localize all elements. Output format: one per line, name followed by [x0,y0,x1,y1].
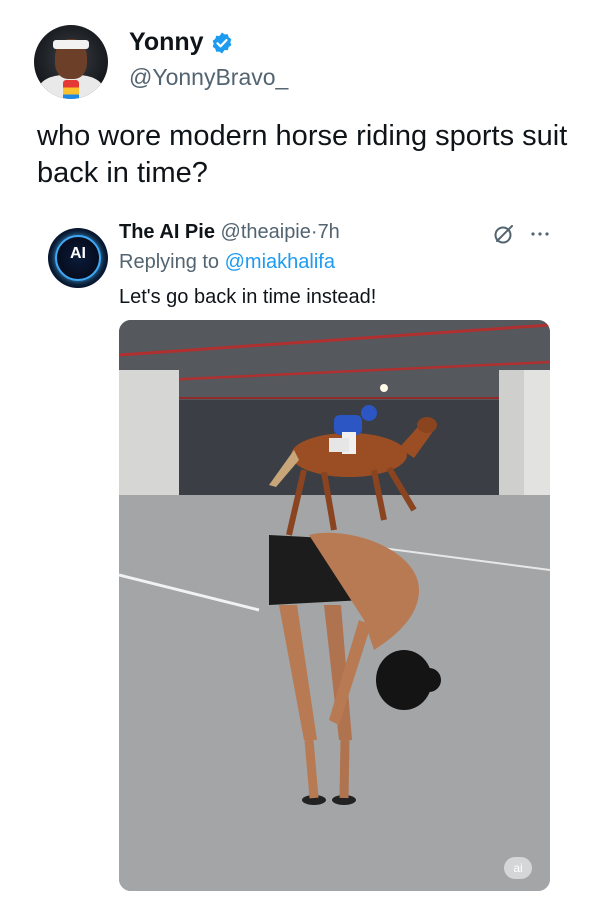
author-name[interactable]: Yonny [129,28,204,57]
more-options-icon[interactable] [528,222,552,246]
quoted-separator: · [310,221,318,243]
quoted-author-row[interactable]: The AI Pie @theaipie·7h [119,221,340,244]
quoted-author-avatar[interactable]: AI [48,228,108,288]
grok-icon[interactable] [492,222,516,246]
ai-generated-badge: ai [504,857,532,879]
author-handle[interactable]: @YonnyBravo_ [129,64,288,91]
tweet-media-image[interactable]: ai [119,320,550,891]
quoted-author-handle[interactable]: @theaipie [221,221,311,243]
tweet-text: who wore modern horse riding sports suit… [37,120,568,189]
avatar-stripe [63,80,79,99]
replying-to-label: Replying to [119,251,225,273]
replying-to-mention[interactable]: @miakhalifa [225,251,335,273]
author-avatar[interactable] [34,25,108,99]
media-illustration [119,320,550,891]
quoted-tweet-text: Let's go back in time instead! [119,286,377,308]
replying-to-line: Replying to @miakhalifa [119,251,335,274]
quoted-time[interactable]: 7h [318,221,340,243]
quoted-author-name[interactable]: The AI Pie [119,221,215,243]
avatar-ai-text: AI [70,245,86,262]
verified-badge-icon [212,32,231,53]
author-name-row[interactable]: Yonny [129,28,234,57]
avatar-headband [53,40,89,49]
